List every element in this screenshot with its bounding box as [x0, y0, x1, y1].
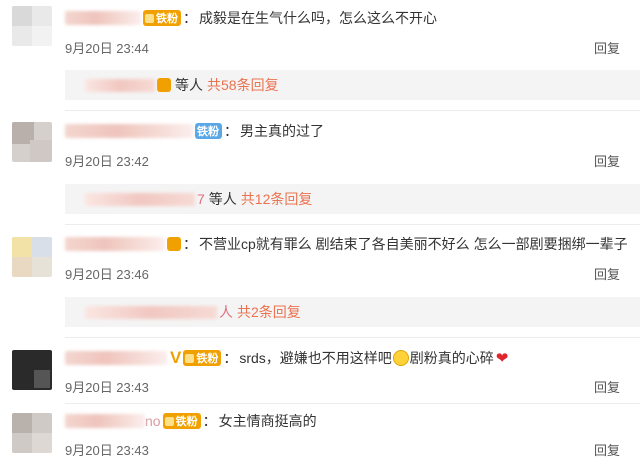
colon: ：	[183, 236, 197, 252]
fan-badge: 铁粉	[143, 10, 181, 26]
fan-badge: 铁粉	[162, 413, 201, 429]
reply-button[interactable]: 回复	[594, 38, 620, 57]
username[interactable]	[65, 237, 165, 251]
divider	[65, 224, 640, 225]
fan-badge-label: 铁粉	[156, 13, 178, 25]
fan-badge-icon	[145, 13, 154, 23]
sub-etc: 等人	[175, 77, 203, 93]
comment-text: 不营业cp就有罪么 剧结束了各自美丽不好么 怎么一部剧要捆绑一辈子	[199, 236, 628, 252]
colon: ：	[202, 413, 217, 429]
reply-button[interactable]: 回复	[594, 440, 620, 459]
divider	[65, 337, 640, 338]
view-replies-link[interactable]: 共12条回复	[241, 189, 313, 209]
avatar[interactable]	[12, 6, 52, 46]
sub-reply-usernames[interactable]	[85, 305, 217, 319]
comment-time: 9月20日 23:42	[65, 154, 149, 169]
comment-time: 9月20日 23:43	[65, 443, 149, 458]
verified-v-icon: V	[170, 348, 182, 367]
username[interactable]	[65, 351, 167, 365]
reply-button[interactable]: 回复	[594, 377, 620, 396]
sub-replies-bar: 7 等人 共12条回复	[65, 184, 640, 214]
avatar[interactable]	[12, 413, 52, 453]
username-tail[interactable]: no	[145, 413, 161, 429]
username[interactable]	[65, 124, 193, 138]
broken-heart-icon: ❤	[495, 350, 509, 367]
comment-time: 9月20日 23:44	[65, 41, 149, 56]
comment-text: srds，避嫌也不用这样吧	[239, 350, 392, 366]
view-replies-link[interactable]: 共2条回复	[237, 302, 301, 322]
sub-suffix: 人	[219, 304, 233, 320]
fan-badge-icon	[164, 416, 174, 426]
sub-replies-bar: 等人 共58条回复	[65, 70, 640, 100]
comment-time: 9月20日 23:43	[65, 380, 149, 395]
username[interactable]	[65, 11, 141, 25]
reply-button[interactable]: 回复	[594, 264, 620, 283]
sub-suffix: 7	[197, 191, 205, 207]
sub-reply-usernames[interactable]	[85, 192, 195, 206]
username[interactable]	[65, 414, 145, 428]
fan-badge-icon	[157, 78, 171, 92]
fan-badge-icon	[167, 237, 181, 251]
avatar[interactable]	[12, 350, 52, 390]
comment-text: 男主真的过了	[240, 123, 324, 139]
fan-badge-label: 铁粉	[197, 126, 219, 138]
sub-reply-usernames[interactable]	[85, 78, 155, 92]
divider	[65, 403, 640, 404]
fan-badge-label: 铁粉	[175, 416, 198, 428]
fan-badge-label: 铁粉	[196, 353, 219, 365]
avatar[interactable]	[12, 237, 52, 277]
comment-text: 成毅是在生气什么吗，怎么这么不开心	[199, 10, 437, 26]
colon: ：	[224, 123, 238, 139]
fan-badge: 铁粉	[183, 350, 222, 366]
divider	[65, 110, 640, 111]
reply-button[interactable]: 回复	[594, 151, 620, 170]
avatar[interactable]	[12, 122, 52, 162]
comment-text: 女主情商挺高的	[218, 413, 317, 429]
fan-badge: 铁粉	[195, 123, 222, 139]
sub-replies-bar: 人 共2条回复	[65, 297, 640, 327]
view-replies-link[interactable]: 共58条回复	[207, 75, 279, 95]
colon: ：	[223, 350, 238, 366]
comment-text-cont: 剧粉真的心碎	[409, 350, 494, 366]
sub-etc: 等人	[208, 191, 237, 207]
colon: ：	[183, 10, 197, 26]
fan-badge-icon	[185, 353, 195, 363]
comment-time: 9月20日 23:46	[65, 267, 149, 282]
smile-emoji-icon	[392, 350, 409, 366]
